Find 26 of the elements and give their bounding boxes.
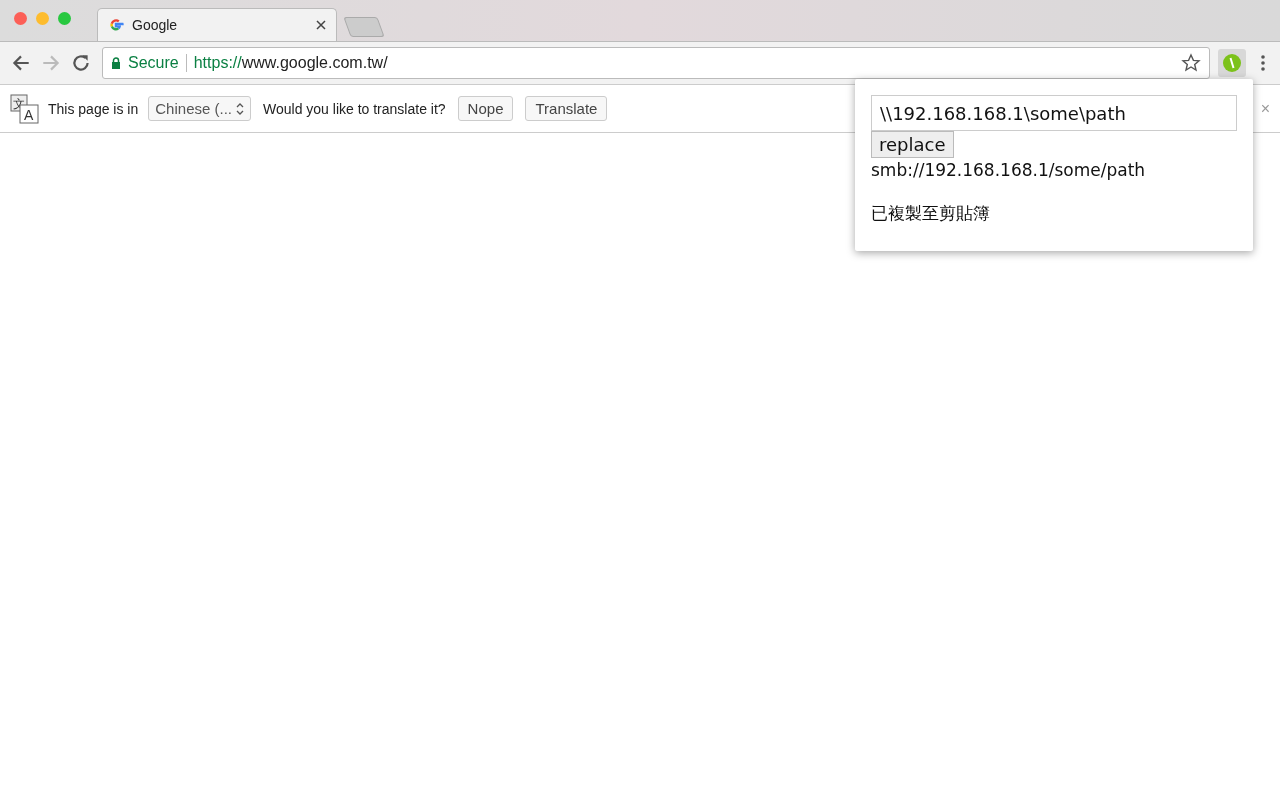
- security-label: Secure: [128, 54, 179, 72]
- translate-bar-button[interactable]: Translate: [525, 96, 608, 121]
- browser-tab[interactable]: Google: [97, 8, 337, 41]
- google-logo-icon: [108, 17, 124, 33]
- new-tab-button[interactable]: [343, 17, 385, 37]
- language-select[interactable]: Chinese (...: [148, 96, 251, 121]
- reload-icon[interactable]: [70, 52, 92, 74]
- bookmark-star-icon[interactable]: [1181, 53, 1201, 73]
- copied-message: 已複製至剪貼簿: [871, 202, 991, 225]
- updown-chevron-icon: [236, 102, 244, 115]
- replace-button[interactable]: replace: [871, 131, 954, 158]
- menu-icon[interactable]: [1260, 53, 1266, 73]
- translate-question: Would you like to translate it?: [263, 100, 446, 117]
- result-text: smb://192.168.168.1/some/path: [871, 160, 1147, 180]
- address-bar[interactable]: Secure https://www.google.com.tw/: [102, 47, 1210, 79]
- minimize-window-icon[interactable]: [36, 12, 49, 25]
- translate-bar-button[interactable]: Nope: [457, 96, 514, 121]
- lock-icon: [111, 57, 121, 69]
- translate-prompt: This page is in: [48, 100, 139, 117]
- close-window-icon[interactable]: [14, 12, 27, 25]
- backslash-icon: [1222, 53, 1242, 73]
- extension-button[interactable]: [1218, 49, 1246, 77]
- zoom-window-icon[interactable]: [58, 12, 71, 25]
- path-input[interactable]: \\192.168.168.1\some\path: [871, 95, 1237, 131]
- url-text: https://www.google.com.tw/: [193, 54, 389, 72]
- close-tab-icon[interactable]: [316, 20, 326, 30]
